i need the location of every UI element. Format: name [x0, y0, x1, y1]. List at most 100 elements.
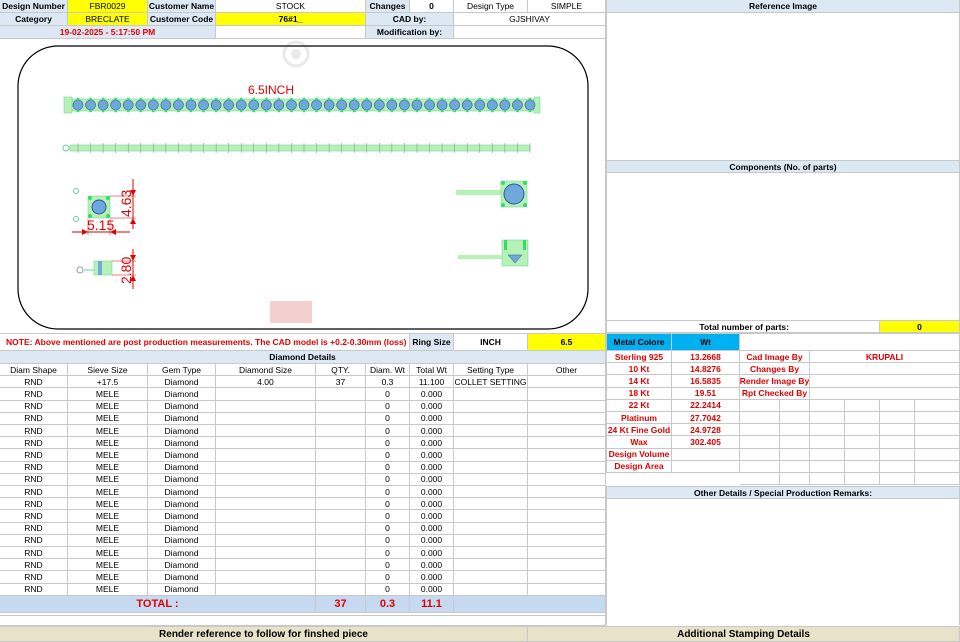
table-cell[interactable]: 0 [366, 583, 410, 596]
table-cell[interactable]: RND [0, 510, 68, 523]
table-cell[interactable]: Diamond [148, 486, 216, 499]
table-cell[interactable]: 0.000 [410, 571, 454, 584]
customer-code-value[interactable]: 76#1_ [216, 13, 366, 26]
metal-weight[interactable]: 27.7042 [672, 412, 740, 425]
table-cell[interactable]: MELE [68, 583, 148, 596]
credit-value[interactable] [810, 387, 960, 400]
credit-value[interactable]: KRUPALI [810, 351, 960, 364]
table-cell[interactable]: 0.000 [410, 510, 454, 523]
table-cell[interactable]: 0.000 [410, 583, 454, 596]
table-cell[interactable]: 0.000 [410, 534, 454, 547]
table-cell[interactable] [216, 534, 316, 547]
table-cell[interactable] [528, 498, 606, 511]
table-cell[interactable] [316, 425, 366, 438]
table-cell[interactable] [454, 571, 528, 584]
table-cell[interactable] [316, 571, 366, 584]
table-cell[interactable] [454, 400, 528, 413]
table-cell[interactable] [528, 376, 606, 389]
table-cell[interactable] [316, 461, 366, 474]
table-cell[interactable]: 0 [366, 522, 410, 535]
table-cell[interactable] [216, 412, 316, 425]
table-cell[interactable] [316, 473, 366, 486]
table-cell[interactable] [216, 583, 316, 596]
table-cell[interactable]: Diamond [148, 437, 216, 450]
table-cell[interactable]: Diamond [148, 412, 216, 425]
table-cell[interactable]: 0.000 [410, 449, 454, 462]
table-cell[interactable] [216, 425, 316, 438]
table-cell[interactable]: 0.000 [410, 498, 454, 511]
table-cell[interactable]: MELE [68, 522, 148, 535]
table-cell[interactable] [528, 547, 606, 560]
table-cell[interactable] [316, 412, 366, 425]
table-cell[interactable] [528, 449, 606, 462]
table-cell[interactable] [528, 486, 606, 499]
table-cell[interactable]: Diamond [148, 510, 216, 523]
table-cell[interactable] [216, 388, 316, 401]
table-cell[interactable] [216, 571, 316, 584]
table-cell[interactable] [316, 559, 366, 572]
credit-value[interactable] [810, 363, 960, 376]
table-cell[interactable] [454, 559, 528, 572]
metal-weight[interactable]: 22.2414 [672, 399, 740, 412]
table-cell[interactable]: RND [0, 583, 68, 596]
table-cell[interactable] [528, 473, 606, 486]
table-cell[interactable]: 0.000 [410, 437, 454, 450]
table-cell[interactable] [454, 425, 528, 438]
table-cell[interactable]: Diamond [148, 473, 216, 486]
table-cell[interactable] [528, 425, 606, 438]
table-cell[interactable]: MELE [68, 437, 148, 450]
table-cell[interactable] [454, 534, 528, 547]
table-cell[interactable]: 0.000 [410, 400, 454, 413]
table-cell[interactable]: 0 [366, 473, 410, 486]
table-cell[interactable] [216, 559, 316, 572]
table-cell[interactable]: RND [0, 547, 68, 560]
table-cell[interactable]: 0.000 [410, 461, 454, 474]
table-cell[interactable]: RND [0, 571, 68, 584]
metal-weight[interactable]: 19.51 [672, 387, 740, 400]
table-cell[interactable] [216, 510, 316, 523]
table-cell[interactable]: Diamond [148, 388, 216, 401]
table-cell[interactable]: Diamond [148, 400, 216, 413]
metal-weight[interactable]: 302.405 [672, 436, 740, 449]
table-cell[interactable]: MELE [68, 388, 148, 401]
table-cell[interactable]: Diamond [148, 583, 216, 596]
other-details-area[interactable] [606, 499, 960, 625]
table-cell[interactable]: 0.3 [366, 376, 410, 389]
metal-weight[interactable]: 13.2668 [672, 351, 740, 364]
table-cell[interactable] [216, 473, 316, 486]
table-cell[interactable]: 0 [366, 510, 410, 523]
table-cell[interactable] [316, 388, 366, 401]
table-cell[interactable] [528, 559, 606, 572]
customer-name-value[interactable]: STOCK [216, 0, 366, 13]
table-cell[interactable] [216, 449, 316, 462]
table-cell[interactable]: 0 [366, 449, 410, 462]
table-cell[interactable]: RND [0, 388, 68, 401]
table-cell[interactable]: RND [0, 376, 68, 389]
table-cell[interactable]: RND [0, 449, 68, 462]
table-cell[interactable] [216, 437, 316, 450]
table-cell[interactable] [454, 437, 528, 450]
table-cell[interactable]: Diamond [148, 547, 216, 560]
metal-weight[interactable] [672, 448, 740, 461]
table-cell[interactable]: MELE [68, 547, 148, 560]
table-cell[interactable] [216, 547, 316, 560]
table-cell[interactable] [216, 522, 316, 535]
metal-weight[interactable]: 24.9728 [672, 424, 740, 437]
table-cell[interactable]: 11.100 [410, 376, 454, 389]
table-cell[interactable]: Diamond [148, 461, 216, 474]
table-cell[interactable]: 0 [366, 388, 410, 401]
table-cell[interactable]: COLLET SETTING [454, 376, 528, 389]
table-cell[interactable]: 0.000 [410, 412, 454, 425]
table-cell[interactable]: RND [0, 425, 68, 438]
table-cell[interactable] [528, 534, 606, 547]
table-cell[interactable]: RND [0, 498, 68, 511]
table-cell[interactable]: MELE [68, 449, 148, 462]
table-cell[interactable]: RND [0, 559, 68, 572]
table-cell[interactable] [316, 437, 366, 450]
table-cell[interactable] [216, 461, 316, 474]
table-cell[interactable]: RND [0, 486, 68, 499]
table-cell[interactable] [454, 583, 528, 596]
table-cell[interactable]: 0 [366, 425, 410, 438]
table-cell[interactable] [454, 547, 528, 560]
changes-value[interactable]: 0 [410, 0, 454, 13]
